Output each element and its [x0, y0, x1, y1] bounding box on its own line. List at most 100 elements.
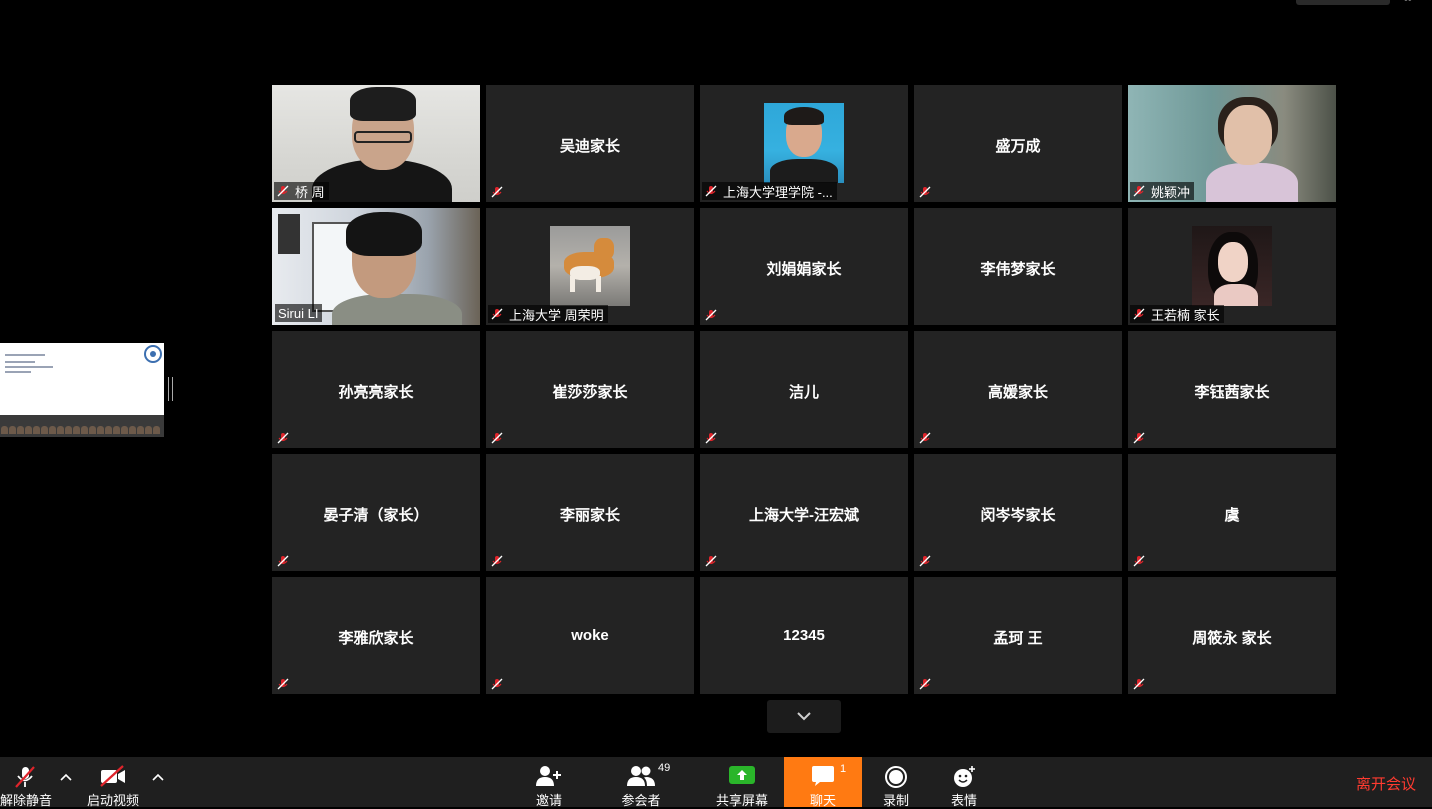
- participant-tile[interactable]: 12345: [700, 577, 908, 694]
- participant-label: Sirui LI: [275, 304, 323, 322]
- shared-photo-strip: [0, 415, 164, 437]
- participant-name-display: 李钰茜家长: [1194, 384, 1270, 401]
- gallery-grid: 桥 周 吴迪家长 上海大学理学院 -... 盛万成 姚颖冲 Sirui LI 上…: [272, 85, 1336, 694]
- mic-muted-icon: [491, 186, 503, 198]
- start-video-button[interactable]: 启动视频: [84, 757, 142, 808]
- participant-tile[interactable]: 洁儿: [700, 331, 908, 448]
- participant-label: 上海大学 周荣明: [488, 305, 608, 323]
- participant-name: Sirui LI: [278, 305, 319, 321]
- mic-muted-icon: [919, 186, 931, 198]
- participant-name-display: 上海大学-汪宏斌: [749, 507, 859, 524]
- mic-muted-icon: [0, 765, 50, 788]
- mic-muted-icon: [1133, 308, 1145, 320]
- participant-name-display: 盛万成: [995, 138, 1041, 155]
- participant-tile[interactable]: 李伟梦家长: [914, 208, 1122, 325]
- participant-tile[interactable]: 高媛家长: [914, 331, 1122, 448]
- reactions-button[interactable]: 表情: [944, 757, 984, 808]
- thumbnail-resize-handle[interactable]: [168, 377, 173, 401]
- participant-name-display: 周筱永 家长: [1192, 630, 1272, 647]
- mic-muted-icon: [491, 555, 503, 567]
- mic-muted-icon: [1133, 555, 1145, 567]
- participant-avatar: [764, 103, 844, 183]
- mic-muted-icon: [705, 309, 717, 321]
- mic-muted-icon: [491, 678, 503, 690]
- chat-button[interactable]: 聊天: [784, 757, 862, 808]
- record-icon: [876, 765, 916, 788]
- participant-name-display: 孟珂 王: [993, 630, 1043, 647]
- chevron-down-icon: [796, 708, 812, 726]
- participant-name-display: 崔莎莎家长: [552, 384, 628, 401]
- participant-tile[interactable]: 孟珂 王: [914, 577, 1122, 694]
- top-menu-pill[interactable]: [1296, 0, 1390, 5]
- participant-tile[interactable]: 周筱永 家长: [1128, 577, 1336, 694]
- participant-name-display: 李雅欣家长: [338, 630, 414, 647]
- participant-tile[interactable]: 崔莎莎家长: [486, 331, 694, 448]
- video-options-caret[interactable]: [150, 770, 166, 782]
- participant-tile[interactable]: 李钰茜家长: [1128, 331, 1336, 448]
- mic-muted-icon: [705, 185, 717, 197]
- participant-name: 桥 周: [295, 184, 325, 200]
- university-logo: [144, 345, 162, 363]
- participant-tile[interactable]: 李丽家长: [486, 454, 694, 571]
- participant-avatar: [550, 226, 630, 306]
- emoji-icon: [944, 765, 984, 787]
- invite-button[interactable]: 邀请: [526, 757, 572, 808]
- unread-chat-badge: 1: [840, 763, 847, 775]
- participant-tile[interactable]: 上海大学 周荣明: [486, 208, 694, 325]
- mic-muted-icon: [1133, 678, 1145, 690]
- participant-name: 上海大学理学院 -...: [723, 184, 833, 200]
- participant-name-display: 虞: [1224, 507, 1240, 524]
- record-button[interactable]: 录制: [876, 757, 916, 808]
- participant-name-display: 晏子清（家长）: [323, 507, 429, 524]
- participant-tile[interactable]: 孙亮亮家长: [272, 331, 480, 448]
- participant-tile[interactable]: 姚颖冲: [1128, 85, 1336, 202]
- video-off-icon: [84, 765, 142, 787]
- mic-muted-icon: [491, 432, 503, 444]
- participant-name-display: 12345: [783, 627, 825, 644]
- participant-tile[interactable]: woke: [486, 577, 694, 694]
- participant-tile-active-speaker[interactable]: Sirui LI: [272, 208, 480, 325]
- mic-muted-icon: [919, 555, 931, 567]
- mic-muted-icon: [705, 432, 717, 444]
- participant-name-display: 吴迪家长: [559, 138, 620, 155]
- unmute-button[interactable]: 解除静音: [0, 757, 52, 808]
- mic-muted-icon: [277, 432, 289, 444]
- participant-name: 姚颖冲: [1151, 184, 1191, 200]
- participant-avatar: [1192, 226, 1272, 306]
- participant-tile[interactable]: 吴迪家长: [486, 85, 694, 202]
- audio-options-caret[interactable]: [58, 770, 74, 782]
- participant-name-display: 刘娟娟家长: [766, 261, 842, 278]
- share-screen-icon: [712, 765, 772, 787]
- meeting-toolbar: 解除静音 启动视频 邀请 参会者 49 共享屏幕 聊天 1 录制 表情: [0, 757, 1432, 808]
- share-screen-button[interactable]: 共享屏幕: [712, 757, 772, 808]
- top-menu-dots[interactable]: ••: [1404, 0, 1412, 6]
- participant-tile[interactable]: 刘娟娟家长: [700, 208, 908, 325]
- participant-name-display: 李丽家长: [559, 507, 620, 524]
- mic-muted-icon: [277, 185, 289, 197]
- gallery-next-page-button[interactable]: [767, 700, 841, 733]
- mic-muted-icon: [705, 555, 717, 567]
- shared-screen-thumbnail[interactable]: [0, 343, 164, 437]
- participant-name-display: 高媛家长: [987, 384, 1048, 401]
- participant-tile[interactable]: 盛万成: [914, 85, 1122, 202]
- mic-muted-icon: [1133, 432, 1145, 444]
- participant-tile[interactable]: 虞: [1128, 454, 1336, 571]
- add-user-icon: [526, 765, 572, 787]
- participant-tile[interactable]: 上海大学理学院 -...: [700, 85, 908, 202]
- participant-tile[interactable]: 李雅欣家长: [272, 577, 480, 694]
- participant-tile[interactable]: 桥 周: [272, 85, 480, 202]
- participant-name-display: 孙亮亮家长: [338, 384, 414, 401]
- participant-name: 王若楠 家长: [1151, 307, 1220, 323]
- participant-tile[interactable]: 晏子清（家长）: [272, 454, 480, 571]
- participant-tile[interactable]: 王若楠 家长: [1128, 208, 1336, 325]
- participant-name-display: 李伟梦家长: [980, 261, 1056, 278]
- participant-name-display: woke: [571, 627, 609, 644]
- participant-tile[interactable]: 闵岑岑家长: [914, 454, 1122, 571]
- participant-label: 桥 周: [274, 182, 329, 200]
- participant-label: 姚颖冲: [1130, 182, 1195, 200]
- chat-icon: [784, 765, 862, 787]
- participant-tile[interactable]: 上海大学-汪宏斌: [700, 454, 908, 571]
- shared-slide-text: [5, 354, 65, 376]
- leave-meeting-button[interactable]: 离开会议: [1356, 773, 1416, 794]
- mic-muted-icon: [277, 555, 289, 567]
